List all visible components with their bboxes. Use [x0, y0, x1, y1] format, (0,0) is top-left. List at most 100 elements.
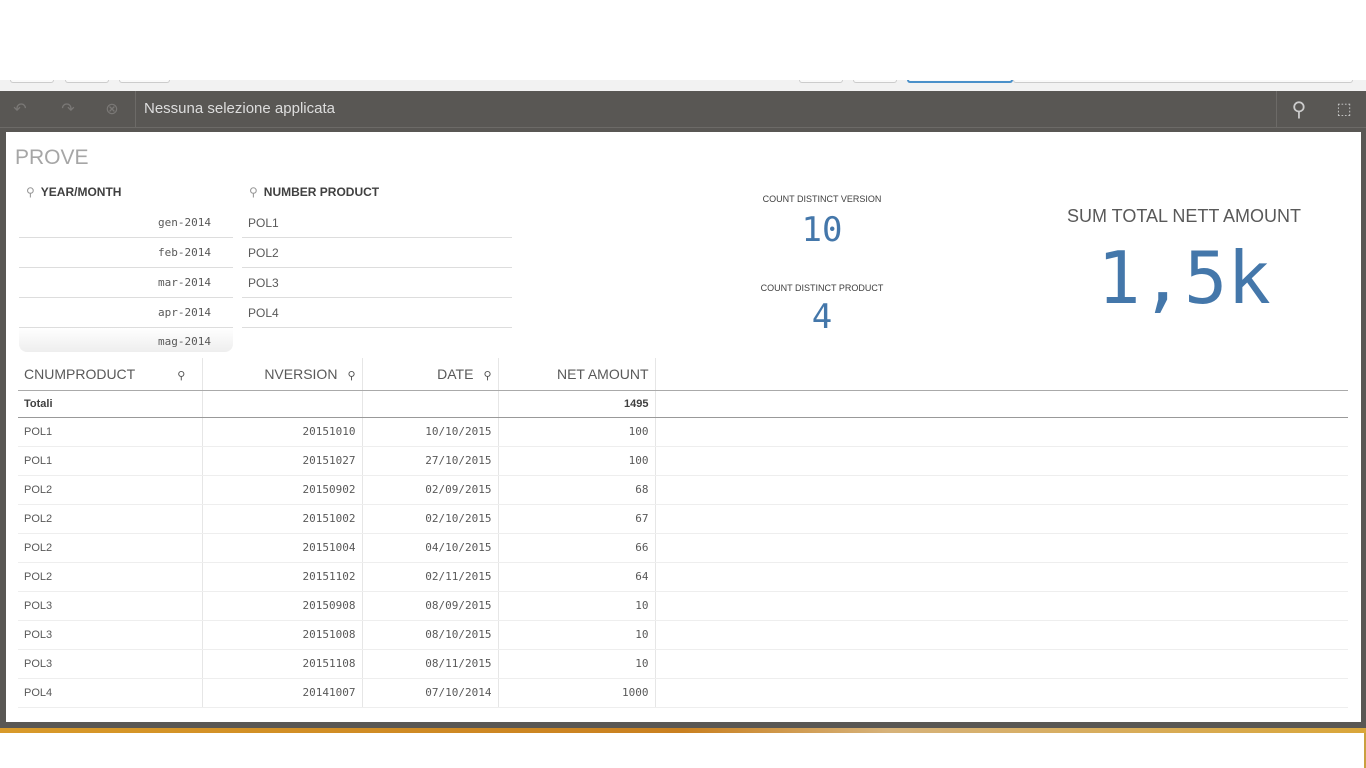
- table-cell: 08/10/2015: [362, 620, 499, 650]
- table-row[interactable]: POL2 20150902 02/09/2015 68: [18, 475, 1348, 505]
- kpi-version-label: COUNT DISTINCT VERSION: [762, 194, 882, 204]
- clear-selections-icon[interactable]: ⊗: [101, 99, 123, 121]
- table-header-row: CNUMPRODUCT ⚲ NVERSION ⚲ DATE ⚲ NET AMOUNT: [18, 358, 1348, 391]
- selection-status: Nessuna selezione applicata: [144, 100, 335, 117]
- filter-item[interactable]: mar-2014: [19, 268, 233, 298]
- column-header-cnumproduct[interactable]: CNUMPRODUCT ⚲: [18, 358, 203, 391]
- table-row[interactable]: POL3 20151008 08/10/2015 10: [18, 620, 1348, 650]
- kpi-amount-value: 1,5k: [1097, 236, 1271, 320]
- table-cell: 10: [498, 649, 656, 679]
- table-cell[interactable]: POL4: [18, 678, 203, 708]
- table-cell[interactable]: POL2: [18, 562, 203, 592]
- search-icon[interactable]: ⚲: [177, 370, 185, 382]
- kpi-version-value: 10: [801, 210, 843, 250]
- table-cell[interactable]: POL2: [18, 504, 203, 534]
- cell: [655, 390, 1348, 418]
- filter-item[interactable]: POL4: [242, 298, 512, 328]
- table-row[interactable]: POL3 20151108 08/11/2015 10: [18, 649, 1348, 679]
- table-cell: [655, 591, 1348, 621]
- table-cell: 20150908: [202, 591, 363, 621]
- table-cell[interactable]: POL2: [18, 533, 203, 563]
- table-cell[interactable]: POL3: [18, 620, 203, 650]
- table-cell: 66: [498, 533, 656, 563]
- toolbar-button[interactable]: [65, 80, 109, 83]
- column-header-date[interactable]: DATE ⚲: [362, 358, 499, 391]
- toolbar-button[interactable]: [853, 80, 897, 83]
- table-row[interactable]: POL2 20151102 02/11/2015 64: [18, 562, 1348, 592]
- selections-tool-icon[interactable]: ⬚: [1333, 99, 1355, 121]
- filter-item[interactable]: gen-2014: [19, 208, 233, 238]
- step-back-icon[interactable]: ↶: [9, 99, 31, 121]
- sheet-frame: PROVE ⚲ YEAR/MONTH gen-2014 feb-2014 mar-…: [0, 128, 1366, 730]
- table-cell: 20151010: [202, 417, 363, 447]
- filter-item[interactable]: POL3: [242, 268, 512, 298]
- data-table: CNUMPRODUCT ⚲ NVERSION ⚲ DATE ⚲ NET AMOUNT …: [18, 358, 1348, 708]
- filter-number-product-title[interactable]: ⚲ NUMBER PRODUCT: [249, 185, 379, 199]
- table-cell: 1000: [498, 678, 656, 708]
- table-row[interactable]: POL2 20151004 04/10/2015 66: [18, 533, 1348, 563]
- column-header-nversion[interactable]: NVERSION ⚲: [202, 358, 363, 391]
- kpi-product-value: 4: [811, 297, 833, 337]
- table-row[interactable]: POL3 20150908 08/09/2015 10: [18, 591, 1348, 621]
- filter-item[interactable]: feb-2014: [19, 238, 233, 268]
- search-icon: ⚲: [249, 185, 258, 199]
- toolbar-button[interactable]: [799, 80, 843, 83]
- table-cell[interactable]: POL3: [18, 591, 203, 621]
- header-label: NVERSION: [264, 365, 338, 382]
- table-cell: [655, 533, 1348, 563]
- table-cell: 20151008: [202, 620, 363, 650]
- table-cell: 67: [498, 504, 656, 534]
- table-cell: 04/10/2015: [362, 533, 499, 563]
- table-cell: 64: [498, 562, 656, 592]
- table-cell: 20151004: [202, 533, 363, 563]
- table-cell: [655, 417, 1348, 447]
- table-cell: 08/11/2015: [362, 649, 499, 679]
- table-cell: 10: [498, 591, 656, 621]
- header-label: DATE: [437, 365, 474, 382]
- column-header-net-amount[interactable]: NET AMOUNT: [498, 358, 656, 391]
- toolbar-button[interactable]: [119, 80, 170, 83]
- toolbar-button[interactable]: [1013, 80, 1353, 83]
- table-cell: 20151002: [202, 504, 363, 534]
- table-row[interactable]: POL1 20151010 10/10/2015 100: [18, 417, 1348, 447]
- table-cell: 02/11/2015: [362, 562, 499, 592]
- divider: [135, 91, 136, 128]
- toolbar-button[interactable]: [10, 80, 54, 83]
- filter-label: YEAR/MONTH: [40, 185, 122, 199]
- totals-row: Totali 1495: [18, 390, 1348, 418]
- table-row[interactable]: POL2 20151002 02/10/2015 67: [18, 504, 1348, 534]
- table-cell: [655, 562, 1348, 592]
- totals-label: Totali: [18, 390, 203, 418]
- table-cell: [655, 678, 1348, 708]
- table-cell: 27/10/2015: [362, 446, 499, 476]
- step-forward-icon[interactable]: ↷: [57, 99, 79, 121]
- table-cell[interactable]: POL1: [18, 446, 203, 476]
- search-icon[interactable]: ⚲: [483, 370, 491, 382]
- search-icon[interactable]: ⚲: [1288, 99, 1310, 121]
- table-row[interactable]: POL4 20141007 07/10/2014 1000: [18, 678, 1348, 708]
- empty-column: [655, 358, 1348, 391]
- filter-item[interactable]: POL2: [242, 238, 512, 268]
- filter-item[interactable]: POL1: [242, 208, 512, 238]
- table-cell: 02/09/2015: [362, 475, 499, 505]
- toolbar-button-active[interactable]: [907, 80, 1013, 83]
- filter-year-month-title[interactable]: ⚲ YEAR/MONTH: [26, 185, 121, 199]
- filter-item[interactable]: apr-2014: [19, 298, 233, 328]
- table-cell: [655, 649, 1348, 679]
- table-cell[interactable]: POL3: [18, 649, 203, 679]
- table-cell[interactable]: POL1: [18, 417, 203, 447]
- table-cell[interactable]: POL2: [18, 475, 203, 505]
- table-cell: 100: [498, 417, 656, 447]
- table-cell: 68: [498, 475, 656, 505]
- search-icon[interactable]: ⚲: [347, 370, 355, 382]
- table-cell: 20151102: [202, 562, 363, 592]
- table-cell: 07/10/2014: [362, 678, 499, 708]
- table-cell: 20141007: [202, 678, 363, 708]
- table-cell: 10: [498, 620, 656, 650]
- table-cell: 20151108: [202, 649, 363, 679]
- table-cell: [655, 504, 1348, 534]
- kpi-product-label: COUNT DISTINCT PRODUCT: [760, 283, 884, 293]
- filter-label: NUMBER PRODUCT: [263, 185, 380, 199]
- filter-item[interactable]: mag-2014: [19, 328, 233, 352]
- table-row[interactable]: POL1 20151027 27/10/2015 100: [18, 446, 1348, 476]
